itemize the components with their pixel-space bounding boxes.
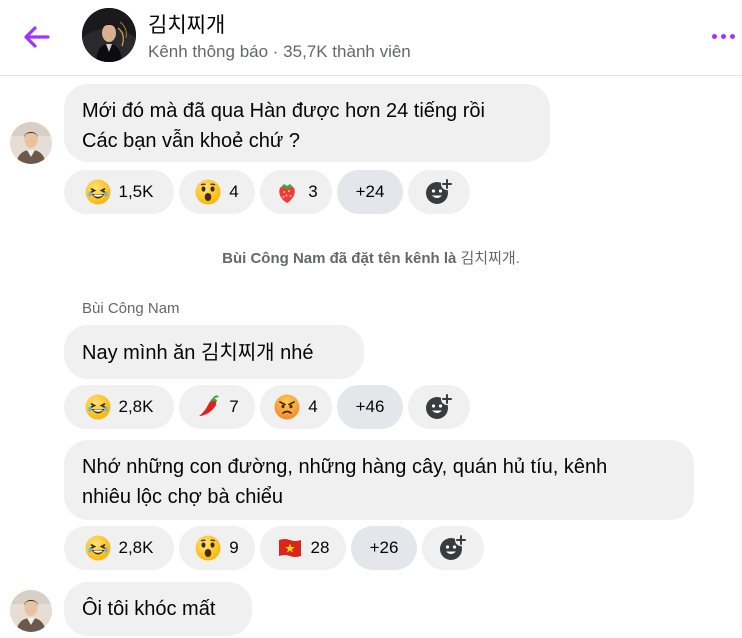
- chat-header: 김치찌개 Kênh thông báo · 35,7K thành viên: [0, 0, 742, 76]
- system-action: đã đặt tên kênh là: [325, 250, 461, 267]
- reaction-count: 4: [229, 182, 239, 201]
- reaction-count: 2,8K: [118, 538, 154, 557]
- more-reactions-count: +24: [355, 182, 385, 201]
- channel-avatar[interactable]: [82, 8, 136, 62]
- message-bubble[interactable]: Mới đó mà đã qua Hàn được hơn 24 tiếng r…: [64, 84, 550, 162]
- sender-avatar[interactable]: [10, 122, 52, 164]
- more-reactions-button[interactable]: +24: [337, 170, 403, 214]
- reaction-wow[interactable]: 9: [179, 526, 255, 570]
- laugh-emoji-icon: [85, 394, 111, 420]
- reaction-chili[interactable]: 7: [179, 385, 255, 429]
- vietnam-flag-emoji-icon: [277, 535, 303, 561]
- reaction-laugh[interactable]: 2,8K: [64, 385, 174, 429]
- laugh-emoji-icon: [85, 535, 111, 561]
- more-reactions-button[interactable]: +26: [351, 526, 417, 570]
- laugh-emoji-icon: [85, 179, 111, 205]
- message-line: nhiêu lộc chợ bà chiểu: [82, 486, 284, 508]
- chili-emoji-icon: [195, 394, 221, 420]
- sender-avatar[interactable]: [10, 590, 52, 632]
- more-dot: [720, 33, 726, 39]
- system-channel-name: 김치찌개: [460, 249, 516, 267]
- add-reaction-icon: [424, 392, 454, 422]
- message-bubble[interactable]: Nay mình ăn 김치찌개 nhé: [64, 325, 364, 379]
- reaction-count: 3: [308, 182, 318, 201]
- system-end: .: [515, 250, 520, 267]
- arrow-left-icon: [24, 26, 50, 48]
- reaction-count: 7: [229, 397, 239, 416]
- more-reactions-button[interactable]: +46: [337, 385, 403, 429]
- angry-emoji-icon: [274, 394, 300, 420]
- wow-emoji-icon: [195, 535, 221, 561]
- more-reactions-count: +26: [369, 538, 399, 557]
- reaction-count: 4: [308, 397, 318, 416]
- reaction-wow[interactable]: 4: [179, 170, 255, 214]
- message-bubble[interactable]: Ôi tôi khóc mất: [64, 582, 252, 636]
- reaction-bar: 2,8K 9 28 +26: [64, 526, 484, 570]
- message-line: Mới đó mà đã qua Hàn được hơn 24 tiếng r…: [82, 100, 485, 122]
- more-options-button[interactable]: [706, 24, 740, 48]
- add-reaction-button[interactable]: [422, 526, 484, 570]
- reaction-count: 9: [229, 538, 239, 557]
- reaction-bar: 2,8K 7 4 +46: [64, 385, 470, 429]
- strawberry-emoji-icon: [274, 179, 300, 205]
- channel-subtitle: Kênh thông báo · 35,7K thành viên: [148, 42, 411, 61]
- message-text: Nay mình ăn: [82, 342, 201, 364]
- more-reactions-count: +46: [355, 397, 385, 416]
- reaction-strawberry[interactable]: 3: [260, 170, 332, 214]
- more-dot: [729, 33, 735, 39]
- add-reaction-button[interactable]: [408, 385, 470, 429]
- back-button[interactable]: [20, 20, 54, 54]
- sender-name: Bùi Công Nam: [82, 300, 180, 317]
- message-korean-text: 김치찌개: [200, 340, 275, 364]
- system-actor: Bùi Công Nam: [222, 250, 326, 267]
- channel-name[interactable]: 김치찌개: [148, 9, 225, 39]
- message-bubble[interactable]: Nhớ những con đường, những hàng cây, quá…: [64, 440, 694, 520]
- message-line: Nhớ những con đường, những hàng cây, quá…: [82, 456, 608, 478]
- reaction-angry[interactable]: 4: [260, 385, 332, 429]
- add-reaction-icon: [424, 177, 454, 207]
- reaction-vietnam-flag[interactable]: 28: [260, 526, 346, 570]
- reaction-count: 28: [310, 538, 330, 557]
- reaction-bar: 1,5K 4 3 +24: [64, 170, 470, 214]
- system-message: Bùi Công Nam đã đặt tên kênh là 김치찌개.: [0, 247, 742, 268]
- message-line: Các bạn vẫn khoẻ chứ ?: [82, 130, 300, 152]
- add-reaction-button[interactable]: [408, 170, 470, 214]
- wow-emoji-icon: [195, 179, 221, 205]
- message-line: Ôi tôi khóc mất: [82, 598, 216, 620]
- add-reaction-icon: [438, 533, 468, 563]
- message-text: nhé: [274, 342, 314, 364]
- channel-avatar-image: [82, 8, 136, 62]
- reaction-laugh[interactable]: 2,8K: [64, 526, 174, 570]
- more-dots-icon: [711, 33, 717, 39]
- reaction-count: 1,5K: [118, 182, 154, 201]
- reaction-count: 2,8K: [118, 397, 154, 416]
- reaction-laugh[interactable]: 1,5K: [64, 170, 174, 214]
